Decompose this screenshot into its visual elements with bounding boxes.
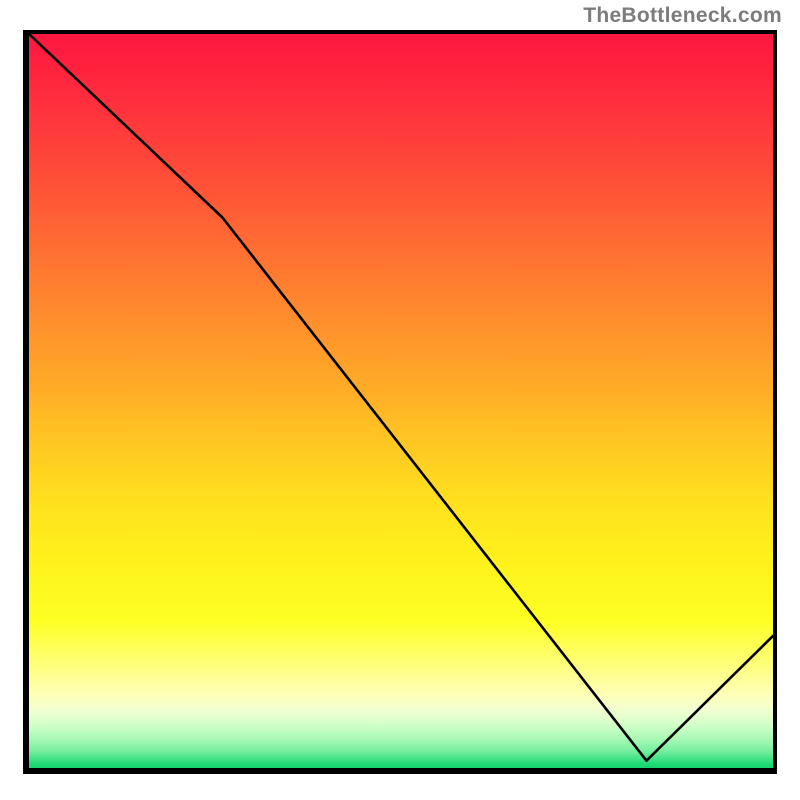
attribution-watermark: TheBottleneck.com <box>583 4 782 28</box>
bottleneck-line <box>29 34 773 768</box>
plot-area <box>23 30 777 774</box>
chart-container: TheBottleneck.com <box>0 0 800 800</box>
